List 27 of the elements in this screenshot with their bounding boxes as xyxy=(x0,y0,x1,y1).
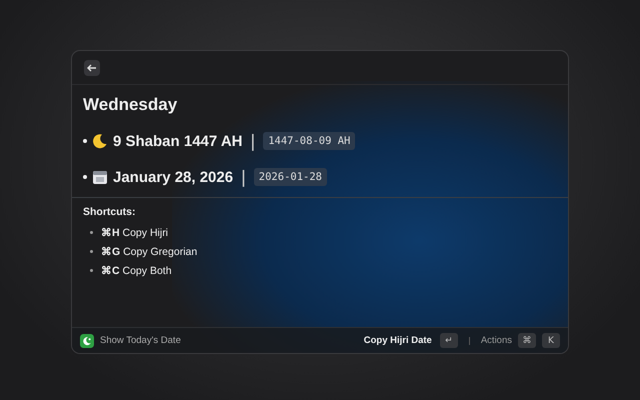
command-title: Show Today's Date xyxy=(100,335,181,346)
date-code: 2026-01-28 xyxy=(254,168,327,186)
crescent-moon-icon xyxy=(92,133,108,149)
calendar-icon xyxy=(92,169,108,185)
primary-action[interactable]: Copy Hijri Date xyxy=(364,335,432,346)
separator: | xyxy=(250,130,256,152)
date-text: January 28, 2026 xyxy=(113,168,234,186)
shortcut-text: ⌘C Copy Both xyxy=(101,264,172,277)
bullet-icon xyxy=(90,269,93,272)
shortcut-text: ⌘G Copy Gregorian xyxy=(101,245,198,258)
app-icon xyxy=(80,334,94,348)
back-button[interactable] xyxy=(84,60,100,76)
bullet-icon xyxy=(90,231,93,234)
back-arrow-icon xyxy=(87,64,97,72)
separator: | xyxy=(241,166,246,188)
bullet-icon xyxy=(90,250,93,253)
actions-button[interactable]: Actions xyxy=(480,335,512,346)
bullet-icon xyxy=(83,175,87,179)
shortcut-text: ⌘H Copy Hijri xyxy=(101,226,168,239)
date-code: 1447-08-09 AH xyxy=(263,132,356,150)
date-text: 9 Shaban 1447 AH xyxy=(113,132,242,150)
day-heading: Wednesday xyxy=(83,95,178,115)
enter-key: ↵ xyxy=(440,333,458,348)
shortcut-key: ⌘ xyxy=(518,333,536,348)
bullet-icon xyxy=(83,139,87,143)
shortcuts-heading: Shortcuts: xyxy=(83,206,136,218)
shortcut-key: K xyxy=(542,333,560,348)
